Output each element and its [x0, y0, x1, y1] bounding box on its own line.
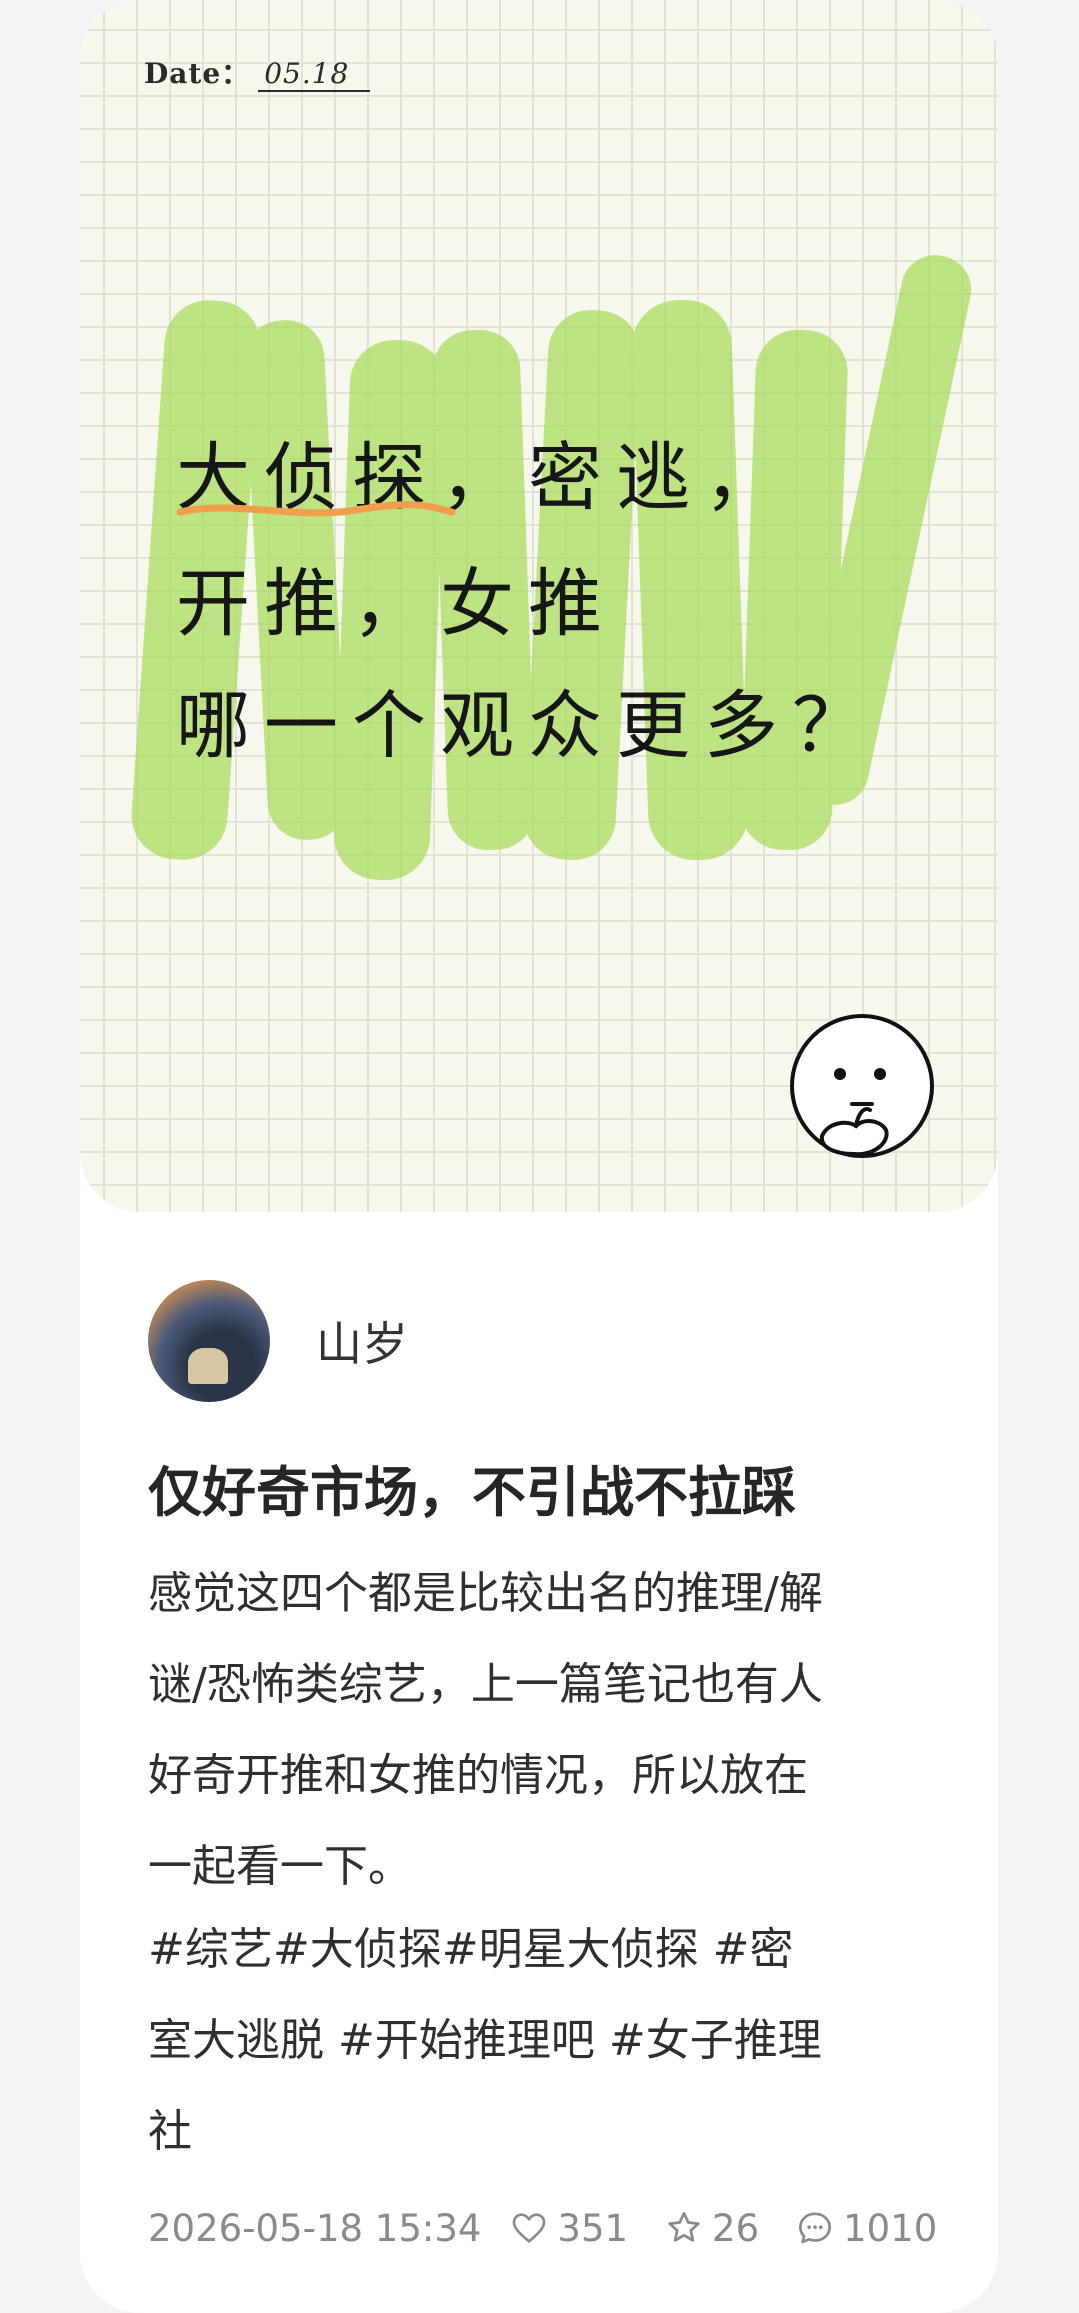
post-body-line: 感觉这四个都是比较出名的推理/解: [148, 1568, 823, 1619]
author-name[interactable]: 山岁: [316, 1308, 408, 1374]
tag-line[interactable]: #综艺#大侦探#明星大侦探 #密: [148, 1904, 968, 1995]
cover-date-label: Date：: [144, 57, 251, 90]
cover-date-value: 05.18: [258, 57, 371, 92]
post-body: 感觉这四个都是比较出名的推理/解 谜/恐怖类综艺，上一篇笔记也有人 好奇开推和女…: [148, 1548, 968, 1912]
avatar[interactable]: [148, 1280, 270, 1402]
post-body-line: 一起看一下。: [148, 1841, 412, 1892]
cover-text-line-2: 开推，女推: [176, 561, 616, 647]
tag-line[interactable]: 社: [148, 2086, 968, 2177]
avatar-figure: [188, 1348, 228, 1384]
thinking-face-icon: [790, 1014, 934, 1158]
post-tags[interactable]: #综艺#大侦探#明星大侦探 #密 室大逃脱 #开始推理吧 #女子推理 社: [148, 1904, 968, 2177]
author-row[interactable]: 山岁: [148, 1280, 408, 1402]
post-cover-image[interactable]: Date： 05.18 大侦探，密逃， 开推，女推 哪一个观众更多？: [80, 0, 998, 1212]
like-button[interactable]: 351: [509, 2207, 628, 2250]
comment-count: 1010: [843, 2206, 938, 2250]
heart-icon: [513, 2213, 546, 2243]
favorite-button[interactable]: 26: [664, 2207, 759, 2250]
comment-bubble-icon: [799, 2212, 832, 2244]
post-meta-bar: 2026-05-18 15:34 351 26 1010: [148, 2200, 998, 2256]
post-card: Date： 05.18 大侦探，密逃， 开推，女推 哪一个观众更多？ 山岁 仅好奇…: [80, 0, 998, 2313]
post-timestamp: 2026-05-18 15:34: [148, 2206, 482, 2250]
like-count: 351: [557, 2206, 629, 2250]
tag-line[interactable]: 室大逃脱 #开始推理吧 #女子推理: [148, 1995, 968, 2086]
comment-button[interactable]: 1010: [795, 2207, 937, 2250]
cover-date: Date： 05.18: [144, 52, 371, 92]
favorite-count: 26: [712, 2206, 760, 2250]
post-body-line: 好奇开推和女推的情况，所以放在: [148, 1750, 808, 1801]
cover-text-line-3: 哪一个观众更多？: [176, 683, 880, 769]
post-body-line: 谜/恐怖类综艺，上一篇笔记也有人: [148, 1659, 823, 1710]
star-icon: [668, 2212, 700, 2242]
post-title: 仅好奇市场，不引战不拉踩: [148, 1461, 796, 1524]
orange-underline-mark: [176, 501, 456, 517]
